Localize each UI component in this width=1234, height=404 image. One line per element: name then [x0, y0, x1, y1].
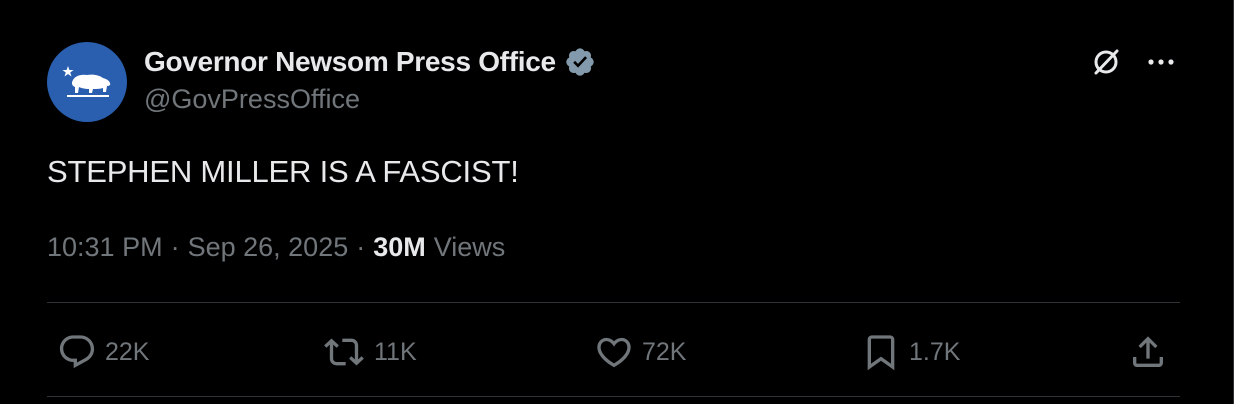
avatar[interactable] [47, 42, 127, 122]
tweet-date[interactable]: Sep 26, 2025 [188, 232, 349, 263]
meta-separator: · [170, 232, 180, 262]
author-display-name[interactable]: Governor Newsom Press Office [144, 46, 556, 78]
bookmark-button[interactable]: 1.7K [861, 330, 960, 374]
heart-icon [597, 337, 631, 368]
repost-count: 11K [374, 337, 417, 366]
divider [47, 302, 1180, 303]
reply-button[interactable]: 22K [57, 330, 149, 374]
california-bear-icon [62, 66, 111, 97]
views-count[interactable]: 30M [373, 232, 426, 263]
views-label[interactable]: Views [434, 232, 506, 263]
more-options-button[interactable] [1144, 48, 1178, 76]
repost-icon [324, 338, 364, 366]
author-name-row: Governor Newsom Press Office [144, 44, 596, 80]
share-button[interactable] [1128, 330, 1168, 374]
tweet-text: STEPHEN MILLER IS A FASCIST! [47, 154, 519, 189]
bookmark-count: 1.7K [909, 337, 961, 366]
author-handle[interactable]: @GovPressOffice [144, 84, 360, 115]
tweet-detail: Governor Newsom Press Office @GovPressOf… [0, 0, 1234, 404]
repost-button[interactable]: 11K [322, 330, 417, 374]
bookmark-icon [867, 335, 895, 371]
tweet-time[interactable]: 10:31 PM [47, 232, 163, 263]
like-count: 72K [642, 337, 687, 366]
reply-icon [59, 335, 95, 369]
tweet-meta: 10:31 PM · Sep 26, 2025 · 30M Views [47, 232, 505, 263]
divider [47, 396, 1180, 397]
reply-count: 22K [105, 337, 150, 366]
grok-button[interactable] [1089, 45, 1123, 79]
like-button[interactable]: 72K [594, 330, 686, 374]
share-icon [1133, 336, 1163, 367]
meta-separator: · [356, 232, 366, 262]
more-horizontal-icon [1148, 59, 1174, 65]
grok-icon [1094, 49, 1119, 75]
verified-badge-icon[interactable] [564, 46, 596, 78]
